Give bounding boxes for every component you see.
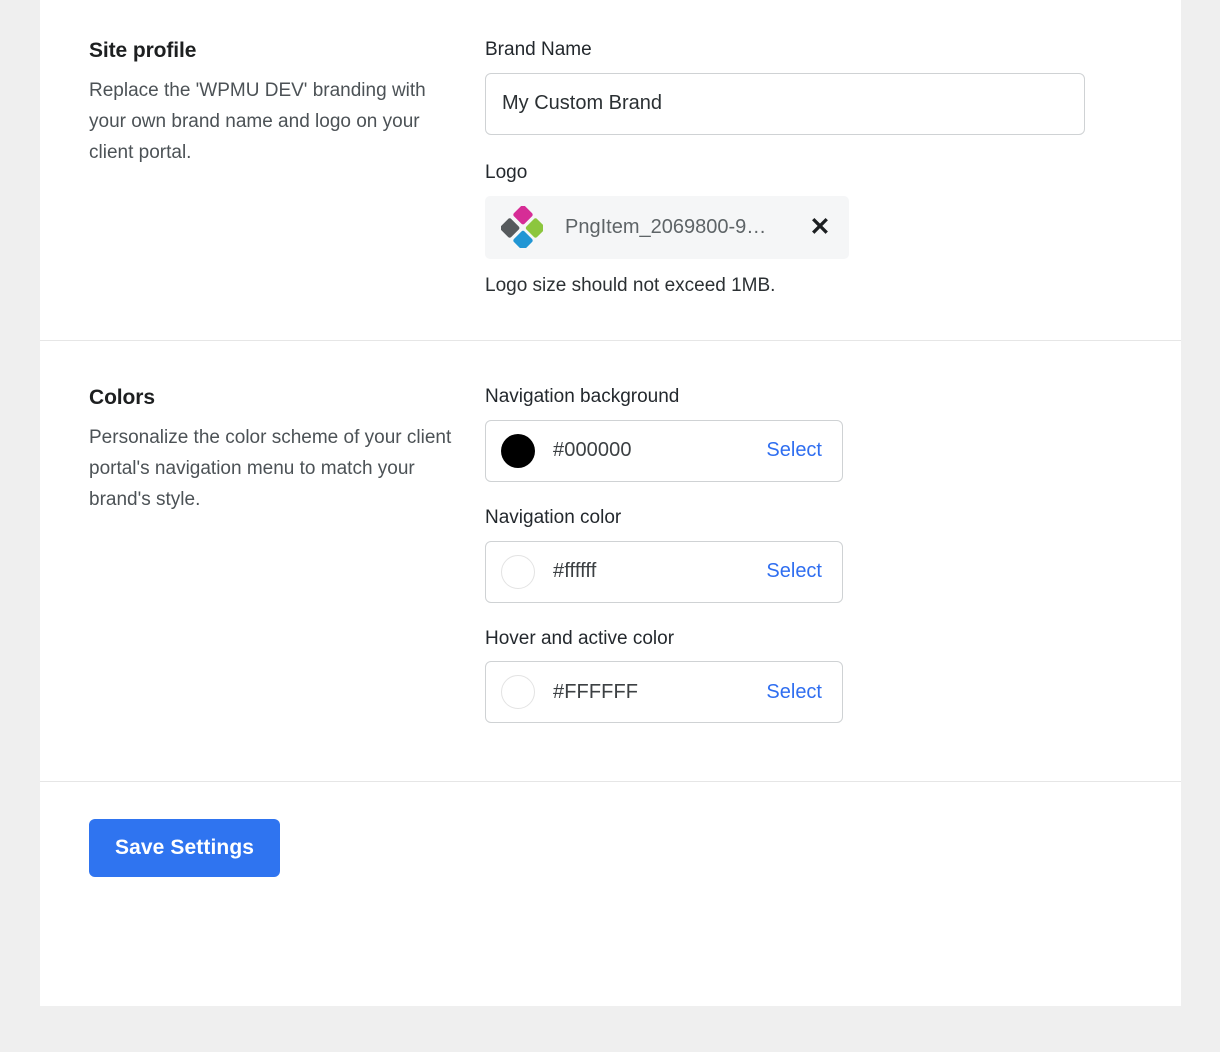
colors-title: Colors	[89, 386, 155, 410]
colors-section: Colors Personalize the color scheme of y…	[40, 341, 1181, 781]
colors-description-column: Colors Personalize the color scheme of y…	[40, 385, 485, 515]
logo-size-hint: Logo size should not exceed 1MB.	[485, 274, 776, 296]
navigation-color-value: #ffffff	[553, 560, 597, 583]
colors-fields-column: Navigation background #000000 Select Nav…	[485, 385, 1181, 724]
color-swatch-hover-active-color	[501, 675, 535, 710]
brand-name-input[interactable]	[485, 72, 1085, 135]
navigation-color-picker[interactable]: #ffffff Select	[485, 540, 843, 603]
site-profile-fields-column: Brand Name Logo	[485, 38, 1181, 298]
colors-description: Personalize the color scheme of your cli…	[89, 427, 452, 510]
brand-name-label: Brand Name	[485, 39, 592, 60]
hover-active-color-picker[interactable]: #FFFFFF Select	[485, 661, 843, 724]
hover-active-color-value: #FFFFFF	[553, 680, 639, 703]
logo-filename: PngItem_2069800-9…	[565, 215, 767, 238]
logo-file-chip[interactable]: PngItem_2069800-9… ✕	[485, 195, 849, 259]
brand-name-field: Brand Name	[485, 38, 1141, 135]
logo-field: Logo PngItem_2069800-9… ✕ Logo size shou…	[485, 161, 1141, 298]
hover-active-color-select-link[interactable]: Select	[766, 681, 822, 704]
hover-active-color-field: Hover and active color #FFFFFF Select	[485, 627, 1141, 724]
close-icon[interactable]: ✕	[805, 212, 835, 242]
navigation-background-picker[interactable]: #000000 Select	[485, 419, 843, 482]
color-swatch-navigation-background	[501, 433, 535, 468]
color-swatch-navigation-color	[501, 554, 535, 589]
save-settings-button[interactable]: Save Settings	[89, 819, 281, 878]
navigation-background-select-link[interactable]: Select	[766, 439, 822, 462]
hover-active-color-label: Hover and active color	[485, 627, 675, 649]
settings-card: Site profile Replace the 'WPMU DEV' bran…	[40, 0, 1181, 1006]
navigation-background-value: #000000	[553, 439, 632, 462]
navigation-color-label: Navigation color	[485, 506, 622, 528]
site-profile-title: Site profile	[89, 39, 197, 62]
page-root: Site profile Replace the 'WPMU DEV' bran…	[0, 0, 1220, 1052]
navigation-color-select-link[interactable]: Select	[766, 560, 822, 583]
site-profile-section: Site profile Replace the 'WPMU DEV' bran…	[40, 0, 1181, 340]
site-profile-description: Replace the 'WPMU DEV' branding with you…	[89, 80, 426, 163]
logo-label: Logo	[485, 161, 528, 183]
diamond-logo-icon	[501, 206, 543, 248]
site-profile-description-column: Site profile Replace the 'WPMU DEV' bran…	[40, 38, 485, 168]
navigation-background-label: Navigation background	[485, 386, 680, 408]
card-footer: Save Settings	[40, 782, 1181, 878]
navigation-color-field: Navigation color #ffffff Select	[485, 506, 1141, 603]
navigation-background-field: Navigation background #000000 Select	[485, 385, 1141, 482]
